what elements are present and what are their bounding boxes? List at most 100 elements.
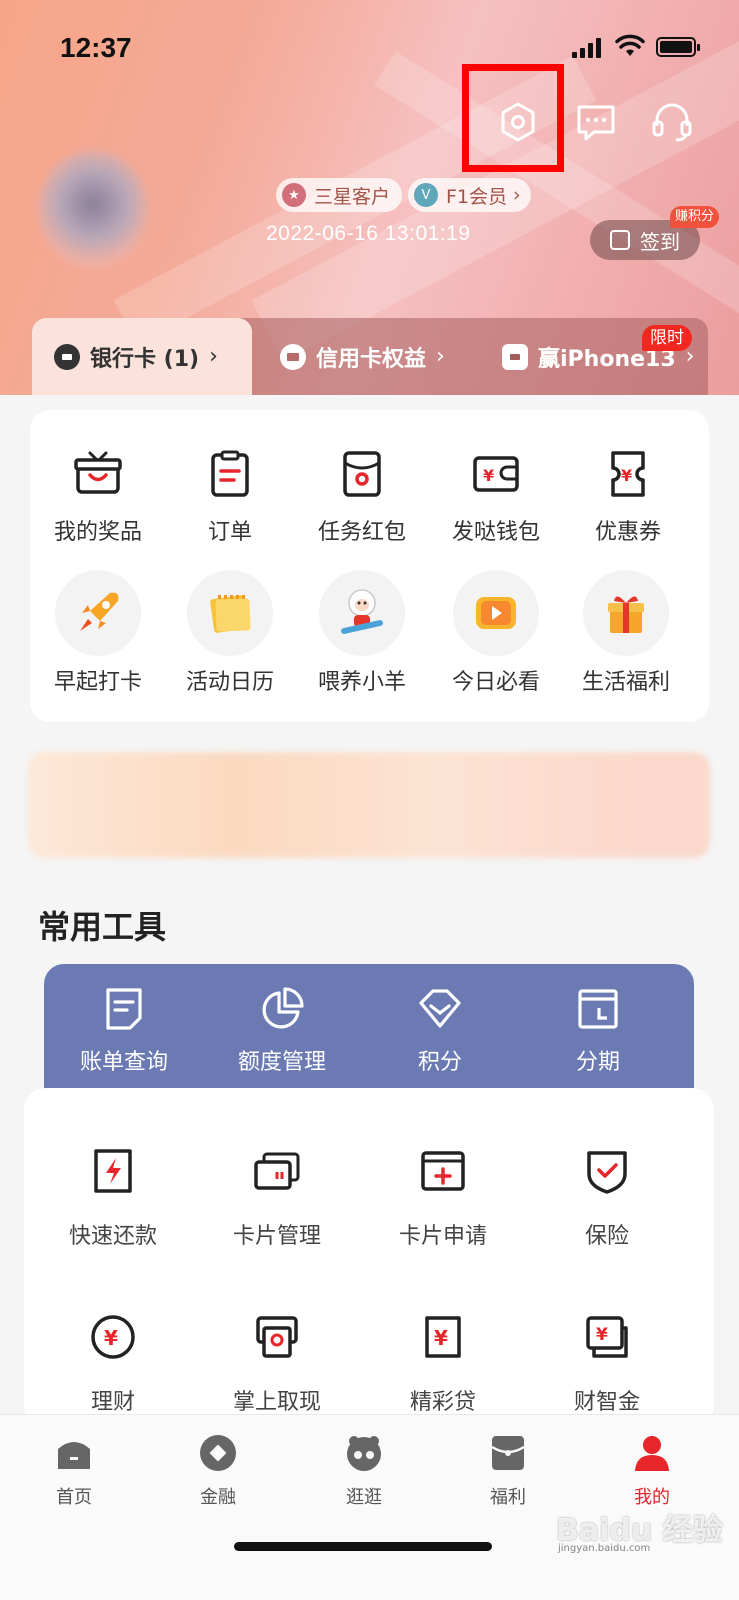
grid-item-label: 优惠券 [594, 520, 661, 545]
wifi-icon [615, 34, 645, 56]
message-icon[interactable] [574, 100, 618, 144]
bank-card-icon [54, 343, 80, 370]
grid-item-label: 我的奖品 [53, 520, 142, 545]
service-card-management[interactable]: 卡片管理 [192, 1146, 362, 1250]
tool-bill-query[interactable]: 账单查询 [44, 986, 204, 1076]
service-label: 保险 [584, 1224, 629, 1249]
grid-item-early-checkin[interactable]: 早起打卡 [30, 570, 166, 696]
service-mobile-cash[interactable]: 掌上取现 [192, 1312, 362, 1416]
grid-item-label: 活动日历 [185, 670, 274, 695]
quick-access-card: 我的奖品 订单 任务红包 ¥ 发哒钱包 ¥ 优惠券 早起打卡 活动日历 喂养小羊… [30, 410, 709, 722]
nav-welfare[interactable]: 福利 [448, 1433, 568, 1509]
nav-label: 福利 [490, 1487, 526, 1508]
card-add-icon [421, 1151, 465, 1191]
grid-item-label: 发哒钱包 [451, 520, 540, 545]
wallet-icon: ¥ [473, 456, 519, 492]
finance-icon [200, 1435, 236, 1471]
customer-service-icon[interactable] [650, 100, 694, 144]
star-icon: ★ [282, 183, 306, 207]
grid-item-label: 生活福利 [581, 670, 670, 695]
coupon-icon: ¥ [611, 451, 645, 497]
limited-time-tag: 限时 [642, 325, 692, 351]
service-wealth-fund[interactable]: ¥ 财智金 [522, 1312, 692, 1416]
member-badge-label: F1会员 [446, 185, 508, 208]
tool-limit-management[interactable]: 额度管理 [202, 986, 362, 1076]
pie-chart-icon [262, 987, 304, 1029]
grid-item-my-prizes[interactable]: 我的奖品 [30, 448, 166, 546]
svg-text:¥: ¥ [104, 1326, 118, 1350]
calendar-icon [187, 570, 273, 656]
service-loan[interactable]: ¥ 精彩贷 [358, 1312, 528, 1416]
cellular-signal-icon [572, 38, 604, 58]
grid-item-task-red-envelope[interactable]: 任务红包 [294, 448, 430, 546]
service-card-application[interactable]: 卡片申请 [358, 1146, 528, 1250]
grid-item-life-welfare[interactable]: 生活福利 [558, 570, 694, 696]
crown-icon [280, 343, 306, 370]
nav-me[interactable]: 我的 [592, 1433, 712, 1509]
grid-item-wallet[interactable]: ¥ 发哒钱包 [428, 448, 564, 546]
prize-box-icon [74, 451, 122, 494]
service-wealth-management[interactable]: ¥ 理财 [28, 1312, 198, 1416]
grid-item-must-see-today[interactable]: 今日必看 [428, 570, 564, 696]
tool-points[interactable]: 积分 [360, 986, 520, 1076]
nav-label: 逛逛 [346, 1487, 382, 1508]
tool-label: 额度管理 [237, 1050, 326, 1075]
nav-browse[interactable]: 逛逛 [304, 1433, 424, 1509]
avatar[interactable] [38, 150, 148, 270]
card-tabs: 银行卡 (1) › 信用卡权益 › 赢iPhone13 › [32, 318, 708, 395]
status-time: 12:37 [60, 32, 132, 63]
home-indicator[interactable] [234, 1542, 492, 1551]
tier-badge[interactable]: ★ 三星客户 [276, 178, 403, 212]
common-tools-bar: 账单查询 额度管理 积分 分期 [44, 964, 694, 1094]
login-timestamp: 2022-06-16 13:01:19 [266, 222, 471, 245]
wealth-icon: ¥ [586, 1316, 628, 1358]
browse-icon [347, 1436, 381, 1471]
member-badge[interactable]: V F1会员 › [408, 178, 531, 212]
service-label: 快速还款 [68, 1224, 157, 1249]
battery-icon [656, 37, 700, 57]
bill-icon [106, 988, 142, 1030]
clipboard-icon [211, 450, 249, 497]
earn-points-tag: 赚积分 [670, 206, 720, 228]
svg-text:¥: ¥ [434, 1326, 448, 1350]
nav-finance[interactable]: 金融 [158, 1433, 278, 1509]
svg-text:¥: ¥ [596, 1325, 608, 1345]
welfare-icon [491, 1436, 525, 1470]
tab-credit-card-benefits[interactable]: 信用卡权益 › [280, 318, 445, 395]
service-quick-repay[interactable]: 快速还款 [28, 1146, 198, 1250]
tab-bank-card[interactable]: 银行卡 (1) › [32, 318, 252, 395]
nav-label: 首页 [56, 1487, 92, 1508]
installment-icon [578, 989, 618, 1029]
services-card: 快速还款 卡片管理 卡片申请 保险 ¥ 理财 掌上取现 ¥ 精彩贷 ¥ 财智金 [24, 1088, 714, 1428]
tab-label: 银行卡 (1) [90, 346, 200, 372]
member-level-icon: V [414, 183, 438, 207]
section-title-common-tools: 常用工具 [38, 908, 167, 946]
nav-home[interactable]: 首页 [14, 1433, 134, 1509]
red-envelope-icon [343, 451, 381, 497]
grid-item-feed-sheep[interactable]: 喂养小羊 [294, 570, 430, 696]
signin-label: 签到 [640, 229, 680, 254]
lightning-card-icon [94, 1149, 132, 1193]
gift-box-icon [502, 343, 528, 370]
chevron-right-icon: › [513, 184, 521, 206]
promo-banner[interactable] [28, 752, 710, 858]
service-label: 精彩贷 [409, 1390, 476, 1415]
grid-item-coupons[interactable]: ¥ 优惠券 [560, 448, 696, 546]
tier-badge-label: 三星客户 [314, 185, 391, 208]
cards-icon [254, 1152, 300, 1190]
service-label: 卡片管理 [232, 1224, 321, 1249]
service-insurance[interactable]: 保险 [522, 1146, 692, 1250]
coin-stack-icon [610, 230, 630, 250]
grid-item-label: 今日必看 [451, 670, 540, 695]
video-play-icon [453, 570, 539, 656]
status-bar: 12:37 [0, 28, 739, 68]
service-label: 掌上取现 [232, 1390, 321, 1415]
profile-icon [635, 1436, 669, 1471]
tool-label: 账单查询 [79, 1050, 168, 1075]
grid-item-label: 订单 [207, 520, 252, 545]
tool-installment[interactable]: 分期 [518, 986, 678, 1076]
grid-item-activity-calendar[interactable]: 活动日历 [162, 570, 298, 696]
gift-icon [583, 570, 669, 656]
grid-item-label: 任务红包 [317, 520, 406, 545]
grid-item-orders[interactable]: 订单 [162, 448, 298, 546]
